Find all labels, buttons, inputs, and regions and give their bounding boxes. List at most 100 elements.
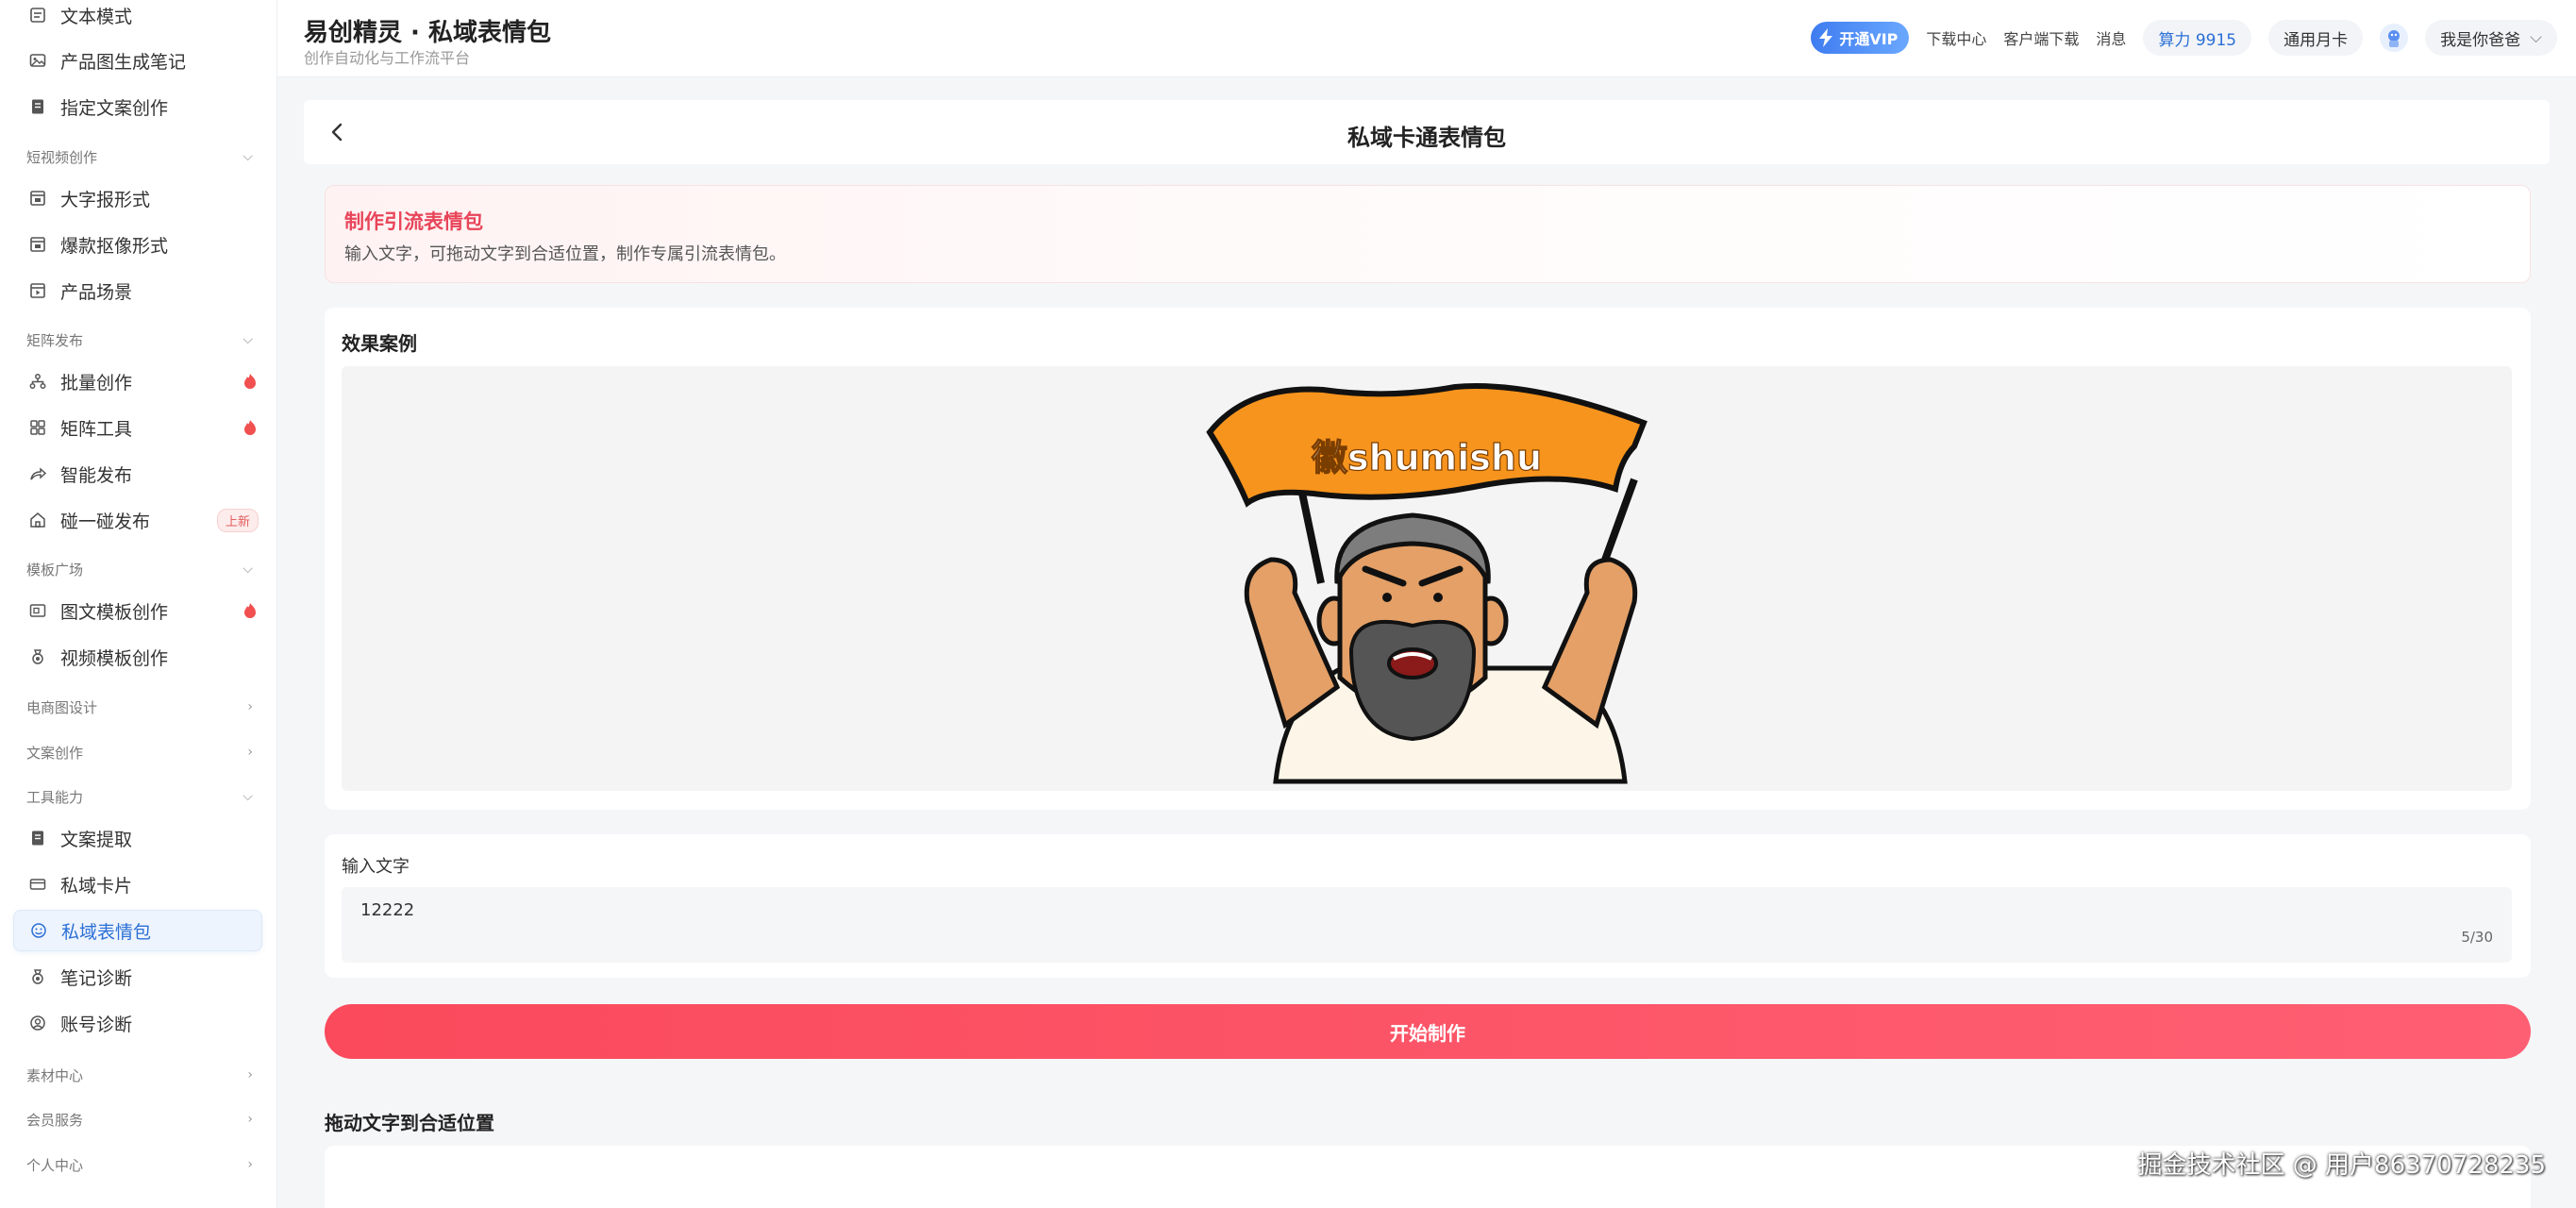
sidebar-item-label: 笔记诊断 [60,967,133,989]
document-icon [28,6,47,25]
group-short-video[interactable]: 短视频创作 ⌵ [26,143,253,171]
layout-icon [28,189,47,208]
vip-button[interactable]: 开通VIP [1811,22,1910,54]
sidebar-item-private-sticker[interactable]: 私域表情包 [13,910,262,951]
watermark: 掘金技术社区 @ 用户86370728235 [2137,1151,2547,1180]
grid-icon [28,418,47,437]
sidebar-item-label: 智能发布 [60,464,133,486]
sidebar-item-video-template[interactable]: 视频模板创作 [13,636,262,678]
share-icon [28,464,47,483]
group-personal-center[interactable]: 个人中心 › [26,1150,253,1179]
notice-text: 输入文字，可拖动文字到合适位置，制作专属引流表情包。 [344,244,786,264]
sidebar-item-product-scene[interactable]: 产品场景 [13,270,262,311]
sidebar-item-label: 产品图生成笔记 [60,51,187,73]
group-copy-creation[interactable]: 文案创作 › [26,738,253,766]
robot-avatar-icon [2388,30,2400,47]
chevron-down-icon: ⌵ [243,789,253,804]
sidebar-item-label: 指定文案创作 [60,97,169,119]
home-icon [28,511,47,529]
hot-icon [244,420,256,435]
user-circle-icon [28,1014,47,1032]
user-menu[interactable]: 我是你爸爸 ⌵ [2425,20,2557,56]
chevron-down-icon: ⌵ [243,149,253,164]
text-input-card: 输入文字 12222 5/30 [325,834,2531,978]
username: 我是你爸爸 [2440,30,2521,50]
avatar[interactable] [2380,24,2409,52]
example-heading: 效果案例 [342,332,417,355]
note-icon [28,97,47,116]
monthly-card-button[interactable]: 通用月卡 [2268,20,2364,56]
header-actions: 开通VIP 下载中心 客户端下载 消息 算力 9915 通用月卡 我是你爸爸 ⌵ [1811,19,2557,57]
intro-notice: 制作引流表情包 输入文字，可拖动文字到合适位置，制作专属引流表情包。 [325,185,2531,283]
card-icon [28,875,47,894]
drag-heading: 拖动文字到合适位置 [325,1112,494,1134]
lightning-icon [1818,28,1833,47]
medal-icon [28,647,47,666]
chevron-down-icon: ⌵ [243,562,253,577]
sidebar-item-image-template[interactable]: 图文模板创作 [13,590,262,631]
notice-title: 制作引流表情包 [344,210,483,233]
top-header: 易创精灵 · 私域表情包 创作自动化与工作流平台 开通VIP 下载中心 客户端下… [277,0,2576,77]
sidebar-item-label: 账号诊断 [60,1014,133,1035]
sidebar-item-big-poster[interactable]: 大字报形式 [13,177,262,219]
page-title: 私域卡通表情包 [1347,125,1506,151]
sidebar-item-label: 文本模式 [60,6,133,27]
hot-icon [244,374,256,389]
sidebar-item-account-diagnosis[interactable]: 账号诊断 [13,1002,262,1044]
sidebar-item-batch-create[interactable]: 批量创作 [13,361,262,402]
chevron-right-icon: › [247,1067,253,1082]
sidebar-item-matrix-tools[interactable]: 矩阵工具 [13,407,262,448]
example-card: 效果案例 徽shumishu [325,308,2531,810]
cartoon-sticker-image: 徽shumishu [1206,383,1648,784]
sidebar-item-copy-extract[interactable]: 文案提取 [13,817,262,859]
group-member-service[interactable]: 会员服务 › [26,1105,253,1133]
sidebar-item-label: 私域表情包 [61,921,152,943]
messages-link[interactable]: 消息 [2096,26,2126,49]
sidebar-item-label: 文案提取 [60,829,133,850]
sidebar-item-text-mode[interactable]: 文本模式 [13,0,262,36]
sticker-text-input[interactable]: 12222 [342,887,2512,963]
sidebar-item-copywriting[interactable]: 指定文案创作 [13,86,262,127]
page-title-bar: 私域卡通表情包 [304,100,2550,164]
char-counter: 5/30 [2461,929,2493,946]
chevron-right-icon: › [247,699,253,714]
sidebar-item-label: 爆款抠像形式 [60,235,169,257]
group-tool-capabilities[interactable]: 工具能力 ⌵ [26,782,253,811]
chevron-right-icon: › [247,1112,253,1127]
image-icon [28,51,47,70]
chevron-right-icon: › [247,745,253,760]
sidebar-item-private-card[interactable]: 私域卡片 [13,864,262,905]
hot-icon [244,603,256,618]
sidebar-item-label: 大字报形式 [60,189,151,210]
chevron-down-icon: ⌵ [2530,28,2542,47]
group-ecommerce-design[interactable]: 电商图设计 › [26,693,253,721]
sidebar-item-label: 产品场景 [60,281,133,303]
sidebar-item-cutout[interactable]: 爆款抠像形式 [13,224,262,265]
picture-frame-icon [28,601,47,620]
chevron-right-icon: › [247,1157,253,1172]
sidebar-item-product-image-notes[interactable]: 产品图生成笔记 [13,40,262,81]
app-subtitle: 创作自动化与工作流平台 [304,49,471,67]
sidebar-item-label: 矩阵工具 [60,418,133,440]
sidebar-item-smart-publish[interactable]: 智能发布 [13,453,262,495]
sidebar-item-label: 碰一碰发布 [60,511,151,532]
play-icon [28,281,47,300]
group-matrix-publish[interactable]: 矩阵发布 ⌵ [26,326,253,354]
sidebar-item-tap-publish[interactable]: 碰一碰发布 上新 [13,499,262,541]
sidebar-item-note-diagnosis[interactable]: 笔记诊断 [13,956,262,998]
start-create-button[interactable]: 开始制作 [325,1004,2531,1059]
group-material-center[interactable]: 素材中心 › [26,1061,253,1089]
sidebar-item-label: 私域卡片 [60,875,133,897]
medal-icon [28,967,47,986]
input-label: 输入文字 [342,857,410,877]
chevron-down-icon: ⌵ [243,332,253,347]
client-download-link[interactable]: 客户端下载 [2003,26,2079,49]
sidebar-item-label: 图文模板创作 [60,601,169,623]
compute-balance[interactable]: 算力 9915 [2143,20,2252,56]
layout-icon [28,235,47,254]
download-center-link[interactable]: 下载中心 [1926,26,1986,49]
sidebar-item-label: 批量创作 [60,372,133,394]
group-template-square[interactable]: 模板广场 ⌵ [26,555,253,583]
note-icon [28,829,47,847]
sidebar: 文本模式 产品图生成笔记 指定文案创作 短视频创作 ⌵ 大字报形式 爆款抠像形式 … [0,0,277,1208]
